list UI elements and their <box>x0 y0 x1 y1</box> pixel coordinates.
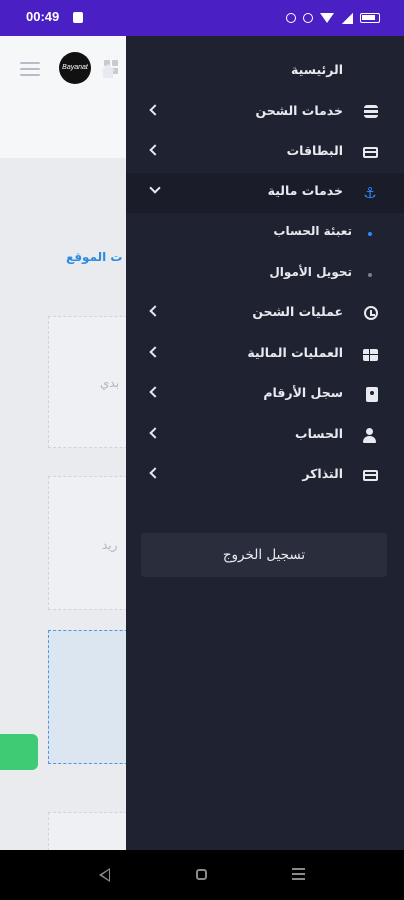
card-text: ريد <box>102 538 118 552</box>
site-link[interactable]: ت الموقع <box>66 250 122 264</box>
battery-icon <box>360 13 380 23</box>
back-icon[interactable] <box>99 868 110 882</box>
chevron-left-icon <box>149 144 161 156</box>
home-button-icon[interactable] <box>196 869 207 880</box>
menu-item-label: التذاكر <box>302 466 343 481</box>
navigation-drawer: الرئيسية خدمات الشحن البطاقات خدمات مالي… <box>126 36 404 850</box>
menu-item-label: سجل الأرقام <box>263 385 343 400</box>
chevron-left-icon <box>149 427 161 439</box>
menu-item-label: البطاقات <box>286 143 343 158</box>
chevron-left-icon <box>149 305 161 317</box>
user-icon <box>362 428 378 444</box>
status-bar: 00:49 <box>0 0 404 36</box>
contact-book-icon <box>366 387 378 402</box>
chevron-down-icon <box>149 182 161 194</box>
hamburger-menu-icon[interactable] <box>20 62 40 76</box>
background-page: Bayanat ت الموقع بدي ريد <box>0 36 126 850</box>
chevron-left-icon <box>149 386 161 398</box>
signal-icon <box>341 12 353 24</box>
logout-button[interactable]: تسجيل الخروج <box>141 533 387 577</box>
app-logo: Bayanat <box>59 52 91 84</box>
menu-item-label: خدمات الشحن <box>255 103 343 118</box>
menu-item-tickets[interactable]: التذاكر <box>126 456 404 496</box>
card-text: بدي <box>100 376 120 390</box>
chevron-left-icon <box>149 467 161 479</box>
chevron-left-icon <box>149 104 161 116</box>
menu-item-label: الرئيسية <box>291 62 343 77</box>
menu-item-financial-services[interactable]: خدمات مالية ⚓ <box>126 173 404 213</box>
dot-icon <box>368 273 372 277</box>
submenu-item-top-up-account[interactable]: تعبئة الحساب <box>126 213 404 253</box>
table-icon <box>363 349 378 361</box>
vibrate-icon <box>303 13 313 23</box>
system-navigation-bar <box>0 850 404 900</box>
menu-item-label: الحساب <box>295 426 343 441</box>
ticket-icon <box>363 470 378 481</box>
status-time: 00:49 <box>26 9 60 24</box>
green-action-button[interactable] <box>0 734 38 770</box>
recent-apps-icon[interactable] <box>292 868 305 881</box>
menu-item-label: عمليات الشحن <box>252 304 343 319</box>
menu-item-charging-services[interactable]: خدمات الشحن <box>126 93 404 133</box>
menu-item-label: خدمات مالية <box>267 183 343 198</box>
content-card[interactable] <box>48 812 126 850</box>
status-icons <box>286 10 380 26</box>
menu-item-label: العمليات المالية <box>247 345 343 360</box>
coins-icon <box>364 105 378 118</box>
submenu-item-label: تحويل الأموال <box>269 265 352 279</box>
anchor-icon: ⚓ <box>363 184 377 202</box>
selected-card[interactable] <box>48 630 126 764</box>
app-header: Bayanat <box>0 36 126 158</box>
submenu-item-money-transfer[interactable]: تحويل الأموال <box>126 254 404 294</box>
alarm-icon <box>286 13 296 23</box>
menu-item-account[interactable]: الحساب <box>126 416 404 456</box>
wifi-icon <box>320 13 334 23</box>
facebook-notification-icon <box>73 12 83 23</box>
history-icon <box>364 306 378 320</box>
chevron-left-icon <box>149 346 161 358</box>
menu-item-financial-operations[interactable]: العمليات المالية <box>126 335 404 375</box>
submenu-item-label: تعبئة الحساب <box>273 224 352 238</box>
menu-item-home[interactable]: الرئيسية <box>126 52 404 92</box>
credit-card-icon <box>363 147 378 158</box>
menu-item-numbers-log[interactable]: سجل الأرقام <box>126 375 404 415</box>
active-dot-icon <box>368 232 372 236</box>
menu-item-charging-operations[interactable]: عمليات الشحن <box>126 294 404 334</box>
menu-item-cards[interactable]: البطاقات <box>126 133 404 173</box>
